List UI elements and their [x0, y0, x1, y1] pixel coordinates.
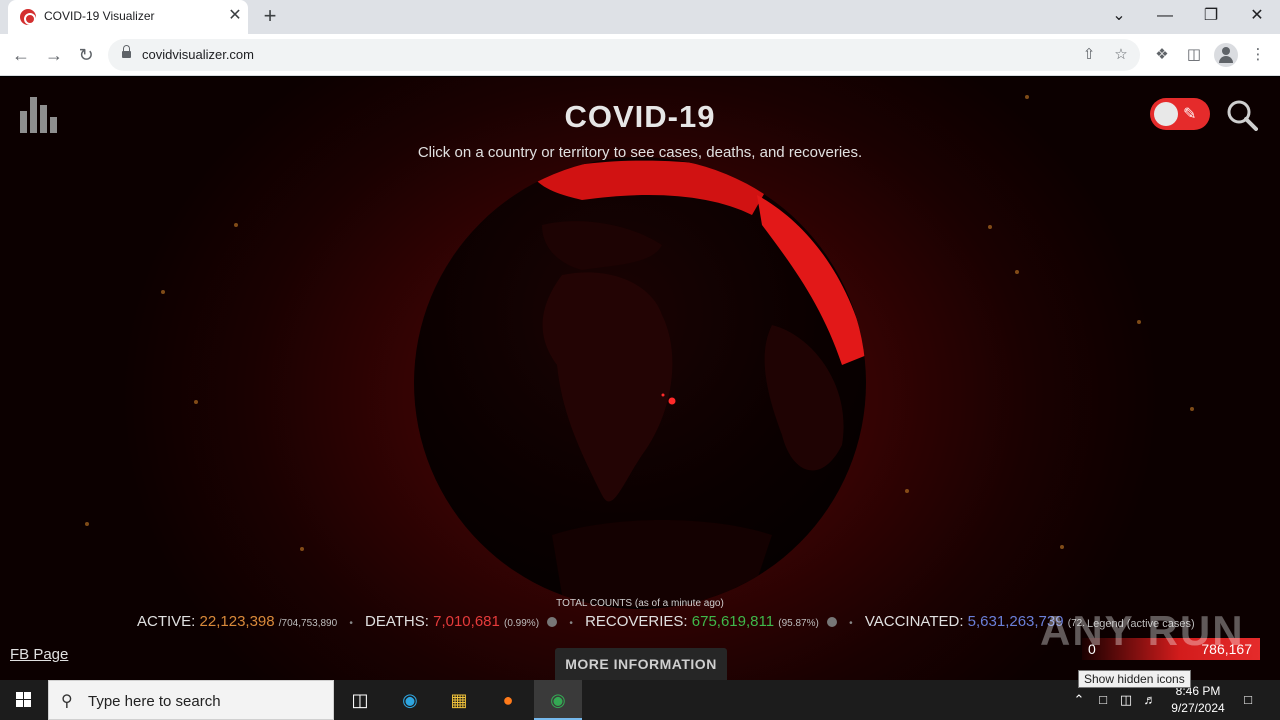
recoveries-percent: (95.87%) — [778, 618, 819, 629]
clock-date: 9/27/2024 — [1171, 701, 1225, 715]
particle-dot — [988, 225, 992, 229]
close-window-button[interactable]: ✕ — [1242, 3, 1272, 29]
search-icon[interactable] — [1226, 99, 1258, 131]
separator-dot: • — [569, 618, 573, 629]
particle-dot — [905, 489, 909, 493]
particle-dot — [161, 290, 165, 294]
browser-menu-icon[interactable]: ⋮ — [1247, 44, 1269, 66]
browser-tab[interactable]: COVID-19 Visualizer ✕ — [8, 0, 248, 34]
separator-dot: • — [349, 618, 353, 629]
notification-center-icon[interactable]: □ — [1236, 680, 1260, 720]
stats-row: ACTIVE: 22,123,398 /704,753,890 • DEATHS… — [137, 613, 1085, 630]
taskbar-search-box[interactable]: ⚲ Type here to search — [48, 680, 334, 720]
fb-page-link[interactable]: FB Page — [10, 646, 68, 663]
particle-dot — [1190, 407, 1194, 411]
edge-icon[interactable]: ◉ — [386, 680, 434, 720]
share-icon[interactable]: ⇧ — [1079, 45, 1099, 65]
profile-avatar-icon[interactable] — [1214, 43, 1238, 67]
deaths-value: 7,010,681 — [433, 613, 500, 630]
more-information-button[interactable]: MORE INFORMATION — [555, 648, 727, 680]
task-view-icon[interactable]: ◫ — [336, 680, 384, 720]
system-clock[interactable]: 8:46 PM 9/27/2024 — [1160, 683, 1236, 717]
toggle-knob — [1154, 102, 1178, 126]
new-tab-button[interactable]: + — [259, 5, 281, 27]
windows-logo-icon — [16, 692, 32, 708]
side-panel-icon[interactable]: ◫ — [1183, 44, 1205, 66]
minimize-button[interactable]: — — [1150, 3, 1180, 29]
vaccinated-label: VACCINATED: — [864, 613, 964, 630]
separator-dot: • — [849, 618, 853, 629]
reload-icon[interactable]: ↻ — [73, 42, 99, 68]
active-value: 22,123,398 — [199, 613, 275, 630]
info-icon[interactable] — [827, 617, 837, 628]
covid-visualizer-page: COVID-19 Click on a country or territory… — [0, 77, 1280, 680]
address-bar[interactable]: covidvisualizer.com ⇧ ☆ — [108, 39, 1140, 71]
search-magnifier-icon: ⚲ — [61, 693, 73, 710]
tab-title: COVID-19 Visualizer — [44, 9, 155, 23]
tab-search-dropdown-icon[interactable]: ⌄ — [1104, 3, 1134, 29]
browser-tab-bar: COVID-19 Visualizer ✕ + ⌄ — ❐ ✕ — [0, 0, 1280, 34]
particle-dot — [194, 400, 198, 404]
country-marker — [661, 393, 665, 397]
globe[interactable] — [412, 155, 868, 611]
country-marker — [668, 397, 676, 405]
particle-dot — [1060, 545, 1064, 549]
continent-antarctica — [552, 520, 772, 607]
forward-arrow-icon[interactable]: → — [41, 42, 67, 68]
deaths-label: DEATHS: — [365, 613, 429, 630]
show-hidden-icons-tooltip: Show hidden icons — [1078, 670, 1191, 688]
covid-favicon-icon — [20, 9, 36, 25]
start-button[interactable] — [0, 680, 48, 720]
file-explorer-icon[interactable]: ▦ — [435, 680, 483, 720]
back-arrow-icon[interactable]: ← — [8, 42, 34, 68]
extensions-puzzle-icon[interactable]: ❖ — [1151, 44, 1173, 66]
deaths-percent: (0.99%) — [504, 618, 540, 629]
taskbar-search-placeholder: Type here to search — [88, 693, 221, 710]
vaccine-toggle[interactable]: ✎ — [1150, 98, 1210, 130]
page-title: COVID-19 — [564, 99, 716, 134]
bookmark-star-icon[interactable]: ☆ — [1111, 45, 1131, 65]
particle-dot — [300, 547, 304, 551]
active-total: /704,753,890 — [278, 618, 338, 629]
particle-dot — [234, 223, 238, 227]
particle-dot — [1137, 320, 1141, 324]
firefox-icon[interactable]: ● — [484, 680, 532, 720]
recoveries-value: 675,619,811 — [691, 613, 775, 630]
url-text[interactable]: covidvisualizer.com — [142, 47, 254, 62]
browser-toolbar: ← → ↻ covidvisualizer.com ⇧ ☆ ❖ ◫ ⋮ — [0, 34, 1280, 76]
particle-dot — [85, 522, 89, 526]
tab-close-icon[interactable]: ✕ — [226, 7, 244, 25]
syringe-icon: ✎ — [1183, 106, 1197, 123]
particle-dot — [1015, 270, 1019, 274]
chrome-icon[interactable]: ◉ — [534, 680, 582, 720]
restore-button[interactable]: ❐ — [1196, 3, 1226, 29]
lock-icon[interactable] — [122, 45, 131, 60]
active-label: ACTIVE: — [137, 613, 196, 630]
recoveries-label: RECOVERIES: — [585, 613, 688, 630]
anyrun-watermark: ANY RUN — [1040, 607, 1245, 654]
info-icon[interactable] — [547, 617, 558, 628]
